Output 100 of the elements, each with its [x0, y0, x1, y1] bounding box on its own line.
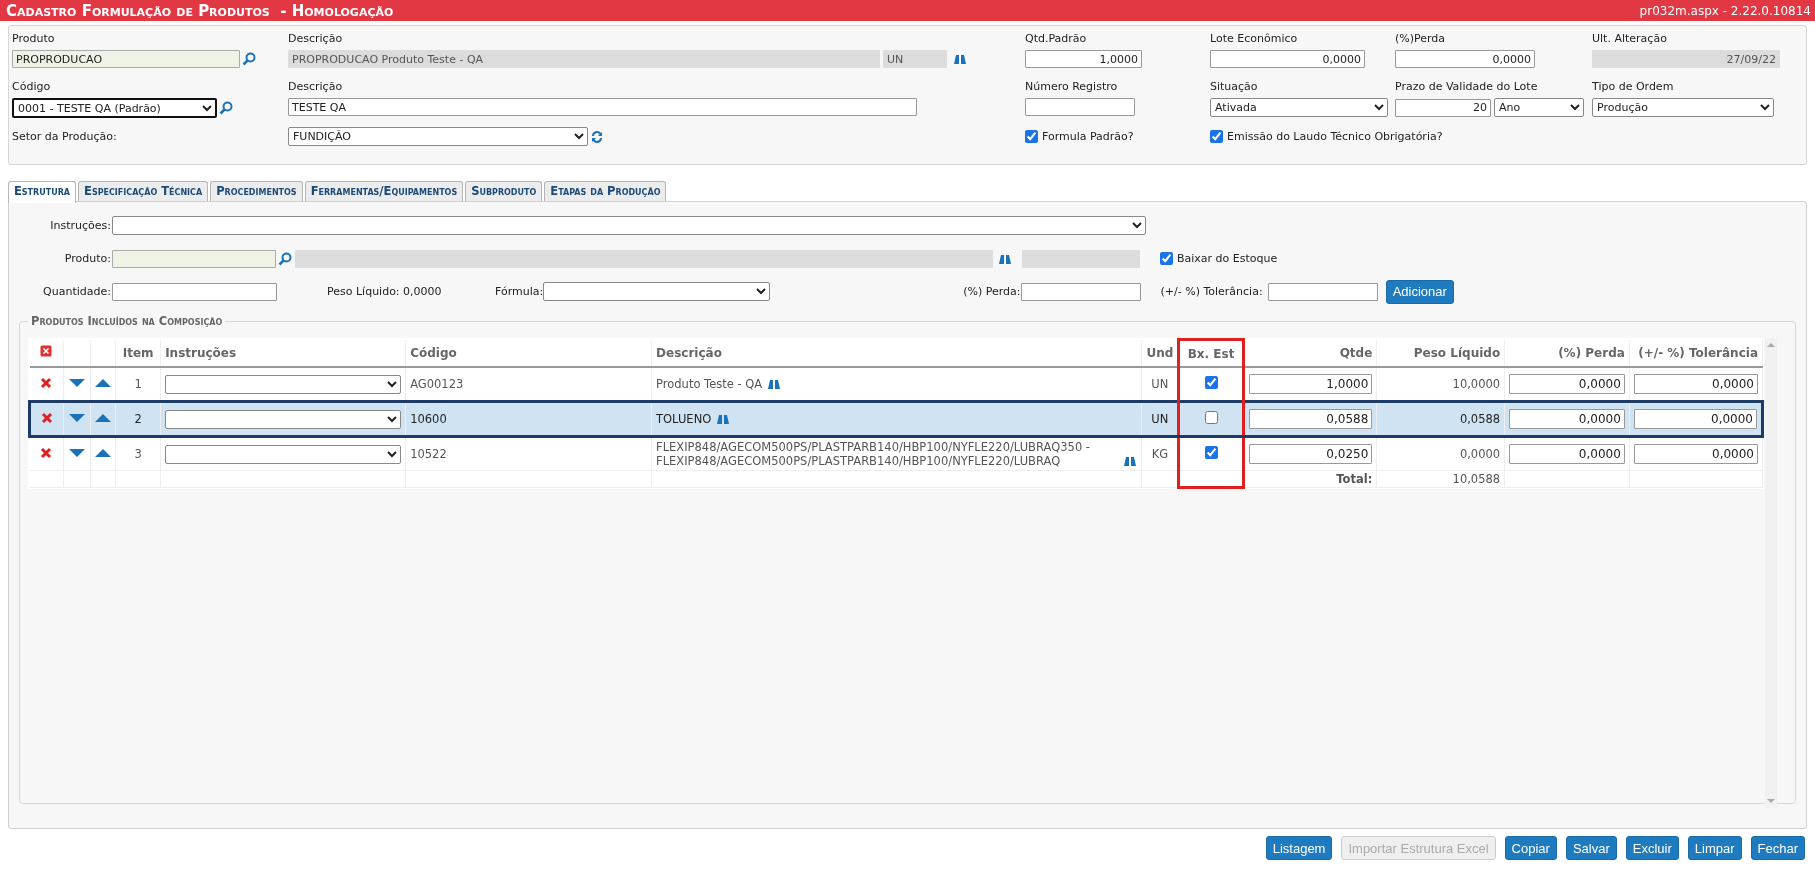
- search-icon[interactable]: [219, 101, 233, 115]
- checkbox[interactable]: [1025, 130, 1038, 143]
- section-title: Produtos Incluídos na Composição: [30, 314, 224, 328]
- order-type-select[interactable]: Produção: [1592, 98, 1774, 117]
- action-button[interactable]: Fechar: [1750, 836, 1805, 860]
- field-label: Fórmula:: [495, 285, 544, 298]
- action-button[interactable]: Salvar: [1565, 836, 1617, 860]
- binoculars-icon[interactable]: [953, 53, 967, 65]
- field-label: Ult. Alteração: [1592, 31, 1668, 47]
- checkbox[interactable]: [1204, 411, 1218, 424]
- field-label: Setor da Produção:: [12, 128, 118, 145]
- field-label: Instruções:: [49, 219, 111, 232]
- binoculars-icon[interactable]: [998, 252, 1012, 265]
- table-cell[interactable]: 2: [115, 401, 161, 437]
- lot-field[interactable]: 0,0000: [1210, 50, 1365, 68]
- action-button[interactable]: Excluir: [1625, 836, 1679, 860]
- move-up-icon[interactable]: [95, 413, 112, 423]
- period-select[interactable]: Ano: [1494, 98, 1584, 117]
- tab[interactable]: Estrutura: [8, 181, 77, 203]
- date-field[interactable]: 27/09/22: [1592, 50, 1780, 68]
- loss-field[interactable]: 0,0000: [1509, 409, 1625, 429]
- tab[interactable]: Subproduto: [465, 181, 543, 201]
- search-icon[interactable]: [278, 251, 292, 266]
- field-label: Situação: [1210, 79, 1259, 95]
- code-select[interactable]: 0001 - TESTE QA (Padrão): [12, 98, 217, 118]
- unit-field[interactable]: UN: [883, 50, 947, 68]
- tab[interactable]: Etapas da Produção: [544, 181, 667, 201]
- table-cell: 10,0000: [1452, 377, 1501, 391]
- field-label: (+/- %) Tolerância:: [1160, 285, 1263, 298]
- checkbox[interactable]: [1210, 130, 1223, 143]
- tolerance-field[interactable]: 0,0000: [1633, 409, 1757, 429]
- move-up-icon[interactable]: [95, 448, 112, 458]
- column-header: Descrição: [656, 345, 722, 360]
- table-cell[interactable]: 3: [115, 436, 161, 471]
- instructions-select[interactable]: [165, 444, 402, 464]
- instructions-select[interactable]: [165, 409, 402, 429]
- add-button[interactable]: Adicionar: [1385, 279, 1454, 304]
- quantity-field[interactable]: [112, 282, 277, 301]
- registry-field[interactable]: [1025, 98, 1135, 116]
- status-select[interactable]: Ativada: [1210, 98, 1388, 117]
- description-field[interactable]: TESTE QA: [288, 98, 917, 116]
- product-field[interactable]: PROPRODUCAO: [12, 50, 240, 68]
- quantity-field[interactable]: 1,0000: [1025, 50, 1142, 68]
- table-cell: 10522: [410, 447, 447, 461]
- delete-all-icon[interactable]: [40, 345, 53, 358]
- table-cell: KG: [1151, 447, 1169, 461]
- binoculars-icon[interactable]: [767, 378, 782, 390]
- tab[interactable]: Procedimentos: [210, 181, 303, 201]
- table-cell: AG00123: [410, 377, 464, 391]
- checkbox[interactable]: [1204, 446, 1218, 459]
- tolerance-field[interactable]: 0,0000: [1633, 374, 1758, 394]
- field-label: (%) Perda:: [963, 285, 1021, 298]
- refresh-icon[interactable]: [590, 129, 604, 144]
- move-up-icon[interactable]: [95, 378, 112, 388]
- loss-field[interactable]: 0,0000: [1509, 374, 1625, 394]
- description-field[interactable]: PROPRODUCAO Produto Teste - QA: [288, 50, 880, 68]
- field-label: Lote Econômico: [1210, 31, 1299, 47]
- binoculars-icon[interactable]: [1123, 455, 1138, 467]
- table-cell: 0,0000: [1459, 447, 1501, 461]
- product-field[interactable]: [112, 249, 276, 268]
- column-header: Peso Líquido: [1413, 345, 1501, 360]
- action-button[interactable]: Limpar: [1687, 836, 1742, 860]
- delete-icon[interactable]: [40, 446, 53, 459]
- tab[interactable]: Ferramentas/Equipamentos: [304, 181, 464, 201]
- table-cell: UN: [1151, 412, 1169, 426]
- sector-select[interactable]: FUNDIÇÃO: [288, 127, 588, 146]
- field-label: Qtd.Padrão: [1025, 31, 1088, 47]
- move-down-icon[interactable]: [69, 413, 86, 423]
- search-icon[interactable]: [242, 52, 256, 66]
- loss-field[interactable]: 0,0000: [1395, 50, 1535, 68]
- instructions-select[interactable]: [165, 374, 402, 394]
- description-field[interactable]: [295, 249, 993, 268]
- field-label: Prazo de Validade do Lote: [1395, 79, 1539, 95]
- tab[interactable]: Especificação Técnica: [78, 181, 209, 201]
- net-weight-text: Peso Líquido: 0,0000: [327, 285, 443, 298]
- column-header: (+/- %) Tolerância: [1638, 345, 1758, 360]
- formula-select[interactable]: [543, 282, 771, 301]
- delete-icon[interactable]: [40, 376, 53, 389]
- tolerance-field[interactable]: 0,0000: [1633, 444, 1758, 464]
- unit-field[interactable]: [1022, 249, 1140, 268]
- field-label: Tipo de Ordem: [1592, 79, 1675, 95]
- quantity-field[interactable]: 0,0588: [1248, 409, 1373, 429]
- column-header: Código: [410, 345, 457, 360]
- checkbox[interactable]: [1204, 376, 1218, 389]
- loss-field[interactable]: 0,0000: [1509, 444, 1625, 464]
- validity-field[interactable]: 20: [1395, 98, 1491, 117]
- loss-field[interactable]: [1020, 282, 1141, 301]
- instructions-select[interactable]: [112, 216, 1146, 235]
- tolerance-field[interactable]: [1267, 282, 1378, 301]
- field-label: Número Registro: [1025, 79, 1119, 95]
- binoculars-icon[interactable]: [716, 413, 731, 425]
- checkbox-label: Formula Padrão?: [1042, 130, 1134, 143]
- checkbox[interactable]: [1160, 252, 1173, 265]
- quantity-field[interactable]: 1,0000: [1248, 374, 1373, 394]
- delete-icon[interactable]: [41, 411, 54, 424]
- action-button[interactable]: Copiar: [1504, 836, 1557, 860]
- action-button[interactable]: Listagem: [1265, 836, 1333, 860]
- quantity-field[interactable]: 0,0250: [1248, 444, 1373, 464]
- move-down-icon[interactable]: [69, 378, 86, 388]
- move-down-icon[interactable]: [69, 448, 86, 458]
